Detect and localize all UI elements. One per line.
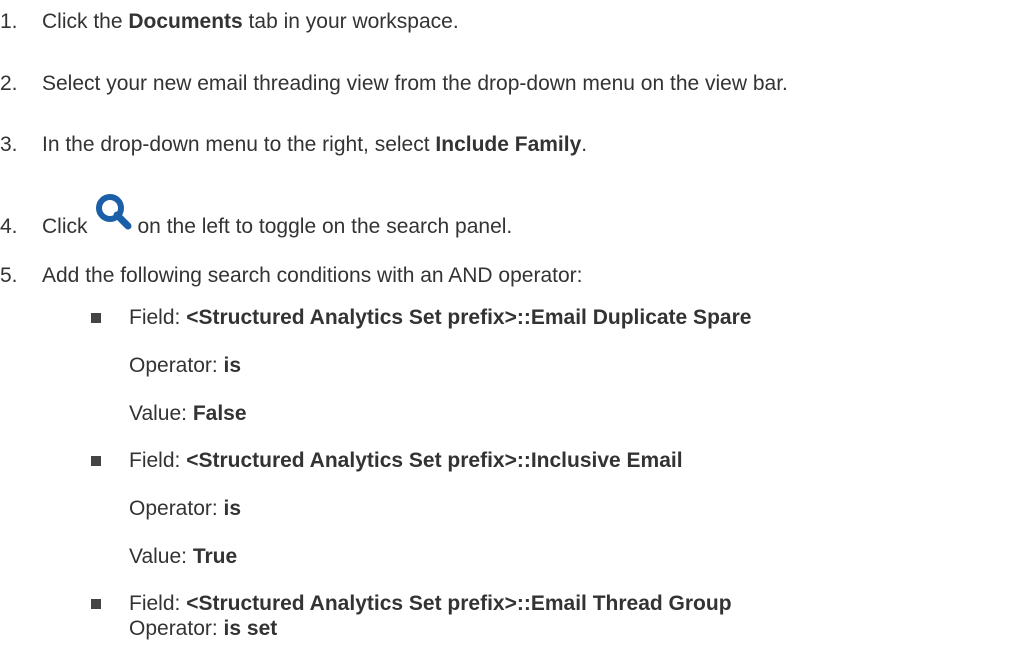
bullet-marker (91, 313, 101, 323)
condition-operator: Operator: is set (129, 616, 277, 642)
operator-label: Operator: (129, 354, 224, 377)
field-label: Field: (129, 306, 187, 329)
bullet-marker (91, 456, 101, 466)
condition-field: Field: <Structured Analytics Set prefix>… (129, 305, 751, 331)
step-text: Add the following search conditions with… (42, 264, 583, 287)
field-value: <Structured Analytics Set prefix>::Email… (186, 306, 752, 329)
operator-value: is (223, 497, 242, 520)
operator-value: is set (223, 617, 278, 640)
step-number: 4. (0, 215, 18, 238)
step-1: 1. Click the Documents tab in your worksp… (0, 9, 459, 35)
step-number: 5. (0, 264, 18, 287)
search-icon (94, 192, 132, 230)
condition-operator: Operator: is (129, 353, 241, 379)
step-text: on the left to toggle on the search pane… (137, 215, 513, 238)
condition-operator: Operator: is (129, 496, 241, 522)
field-label: Field: (129, 592, 187, 615)
step-number: 2. (0, 72, 18, 95)
step-5: 5. Add the following search conditions wi… (0, 263, 582, 289)
condition-field: Field: <Structured Analytics Set prefix>… (129, 591, 732, 617)
condition-value: Value: True (129, 544, 237, 570)
step-text: tab in your workspace. (242, 10, 459, 33)
step-4: 4. Click on the left to toggle on the sear… (0, 194, 513, 240)
value-value: False (192, 402, 247, 425)
step-2: 2. Select your new email threading view f… (0, 71, 788, 97)
step-text: . (581, 133, 588, 156)
operator-label: Operator: (129, 497, 224, 520)
field-label: Field: (129, 449, 187, 472)
step-text: Select your new email threading view fro… (42, 72, 788, 95)
value-label: Value: (129, 545, 193, 568)
operator-value: is (223, 354, 242, 377)
step-text: Click the (42, 10, 129, 33)
condition-field: Field: <Structured Analytics Set prefix>… (129, 448, 683, 474)
value-value: True (192, 545, 238, 568)
bullet-marker (91, 599, 101, 609)
documents-tab-label: Documents (128, 10, 243, 33)
field-value: <Structured Analytics Set prefix>::Inclu… (186, 449, 683, 472)
value-label: Value: (129, 402, 193, 425)
include-family-label: Include Family (435, 133, 582, 156)
step-number: 3. (0, 133, 18, 156)
condition-value: Value: False (129, 401, 247, 427)
operator-label: Operator: (129, 617, 224, 640)
step-text: In the drop-down menu to the right, sele… (42, 133, 436, 156)
step-number: 1. (0, 10, 18, 33)
step-3: 3. In the drop-down menu to the right, se… (0, 132, 587, 158)
step-text: Click (42, 215, 88, 238)
field-value: <Structured Analytics Set prefix>::Email… (186, 592, 732, 615)
